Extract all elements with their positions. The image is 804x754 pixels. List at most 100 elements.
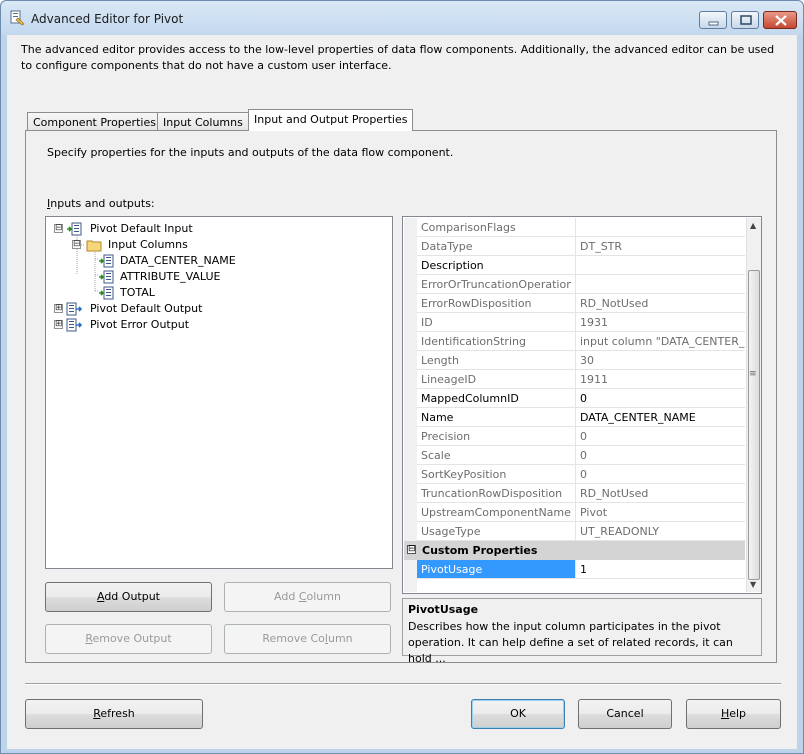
property-value[interactable]: 1931 [575,313,745,332]
property-value[interactable]: DATA_CENTER_NAME [575,408,745,427]
property-row-pivot-usage[interactable]: PivotUsage 1 [417,560,745,579]
collapse-icon[interactable]: ⊟ [54,224,63,233]
button-label: Remove Co [262,632,325,645]
property-row[interactable]: LineageID 1911 [417,370,745,389]
scroll-up-icon[interactable]: ▲ [750,221,756,230]
property-row[interactable]: Description [417,256,745,275]
property-grid[interactable]: ComparisonFlags DataType DT_STR Descripti… [402,216,762,594]
help-button[interactable]: Help [686,699,781,729]
remove-column-button[interactable]: Remove Column [224,624,391,654]
property-row[interactable]: UsageType UT_READONLY [417,522,745,541]
button-label: dd Output [104,590,160,603]
refresh-button[interactable]: Refresh [25,699,203,729]
dialog-window: Advanced Editor for Pivot The advanced e… [0,0,804,754]
ok-button[interactable]: OK [471,699,565,729]
expand-icon[interactable]: ⊞ [54,320,63,329]
tree-item-label: Input Columns [108,238,188,251]
remove-output-button[interactable]: Remove Output [45,624,212,654]
property-value[interactable]: 30 [575,351,745,370]
tree-item-label: Pivot Default Output [90,302,203,315]
scroll-down-icon[interactable]: ▼ [750,580,756,589]
property-value[interactable]: Pivot [575,503,745,522]
grip-icon: ≡ [749,369,757,379]
button-label: Add [274,590,299,603]
column-icon [99,286,114,300]
property-value[interactable]: RD_NotUsed [575,294,745,313]
mnemonic: H [720,707,730,720]
property-value[interactable]: 0 [575,389,745,408]
maximize-icon [740,15,752,25]
expand-icon[interactable]: ⊞ [54,304,63,313]
property-value[interactable] [575,218,745,237]
button-label: olumn [306,590,341,603]
property-name: TruncationRowDisposition [421,487,563,500]
property-value[interactable] [575,256,745,275]
title-bar[interactable]: Advanced Editor for Pivot [1,1,803,35]
property-row[interactable]: ErrorRowDisposition RD_NotUsed [417,294,745,313]
cancel-button[interactable]: Cancel [578,699,672,729]
property-row[interactable]: TruncationRowDisposition RD_NotUsed [417,484,745,503]
scrollbar-thumb[interactable] [748,270,760,580]
property-row[interactable]: Length 30 [417,351,745,370]
property-value[interactable] [575,275,745,294]
property-row[interactable]: Scale 0 [417,446,745,465]
property-value[interactable]: DT_STR [575,237,745,256]
inputs-outputs-tree[interactable]: ⊟ Pivot Default Input ⊟ Input Columns DA… [45,216,393,569]
property-row[interactable]: Precision 0 [417,427,745,446]
property-name: LineageID [421,373,477,386]
folder-icon [86,240,102,252]
category-label: Custom Properties [422,544,538,557]
custom-properties-category[interactable]: ⊟ Custom Properties [404,541,745,560]
add-output-button[interactable]: Add Output [45,582,212,612]
column-icon [99,270,114,284]
property-row[interactable]: SortKeyPosition 0 [417,465,745,484]
property-value[interactable]: 0 [575,465,745,484]
tree-item-label: DATA_CENTER_NAME [120,254,236,267]
property-value[interactable]: 1 [575,560,745,579]
close-icon [775,15,787,26]
property-row[interactable]: MappedColumnID 0 [417,389,745,408]
maximize-button[interactable] [731,11,759,29]
collapse-icon[interactable]: ⊟ [407,545,416,554]
window-title: Advanced Editor for Pivot [31,12,184,26]
property-row[interactable]: Name DATA_CENTER_NAME [417,408,745,427]
property-name: Scale [421,449,451,462]
property-value[interactable]: input column "DATA_CENTER_N [575,332,745,351]
property-name: ErrorOrTruncationOperation [421,278,571,291]
property-value[interactable]: 1911 [575,370,745,389]
property-row[interactable]: ComparisonFlags [417,218,745,237]
tab-input-output-properties[interactable]: Input and Output Properties [248,109,414,131]
dialog-description: The advanced editor provides access to t… [21,43,775,72]
property-name: Precision [421,430,471,443]
property-grid-scrollbar[interactable]: ▲ ≡ ▼ [746,218,761,592]
property-name: Name [421,411,454,424]
output-icon [66,318,82,332]
property-row[interactable]: UpstreamComponentName Pivot [417,503,745,522]
property-row[interactable]: DataType DT_STR [417,237,745,256]
property-name: SortKeyPosition [421,468,507,481]
property-name: ComparisonFlags [421,221,516,234]
property-row[interactable]: ErrorOrTruncationOperation [417,275,745,294]
property-value[interactable]: 0 [575,427,745,446]
property-row[interactable]: IdentificationString input column "DATA_C… [417,332,745,351]
property-value[interactable]: UT_READONLY [575,522,745,541]
help-title: PivotUsage [408,603,479,616]
collapse-icon[interactable]: ⊟ [72,240,81,249]
property-row[interactable]: ID 1931 [417,313,745,332]
tree-item-label: Pivot Error Output [90,318,190,331]
property-name: UsageType [421,525,481,538]
tab-input-columns[interactable]: Input Columns [157,112,249,132]
property-value[interactable]: 0 [575,446,745,465]
property-name: ID [421,316,433,329]
close-button[interactable] [763,11,797,29]
property-value[interactable]: RD_NotUsed [575,484,745,503]
tree-item-label: TOTAL [120,286,155,299]
input-icon [67,222,82,236]
minimize-icon [708,21,719,26]
add-column-button[interactable]: Add Column [224,582,391,612]
help-description: Describes how the input column participa… [408,620,733,665]
tab-component-properties[interactable]: Component Properties [27,112,162,132]
property-name: Description [421,259,484,272]
minimize-button[interactable] [699,11,727,29]
property-name: PivotUsage [417,560,575,578]
